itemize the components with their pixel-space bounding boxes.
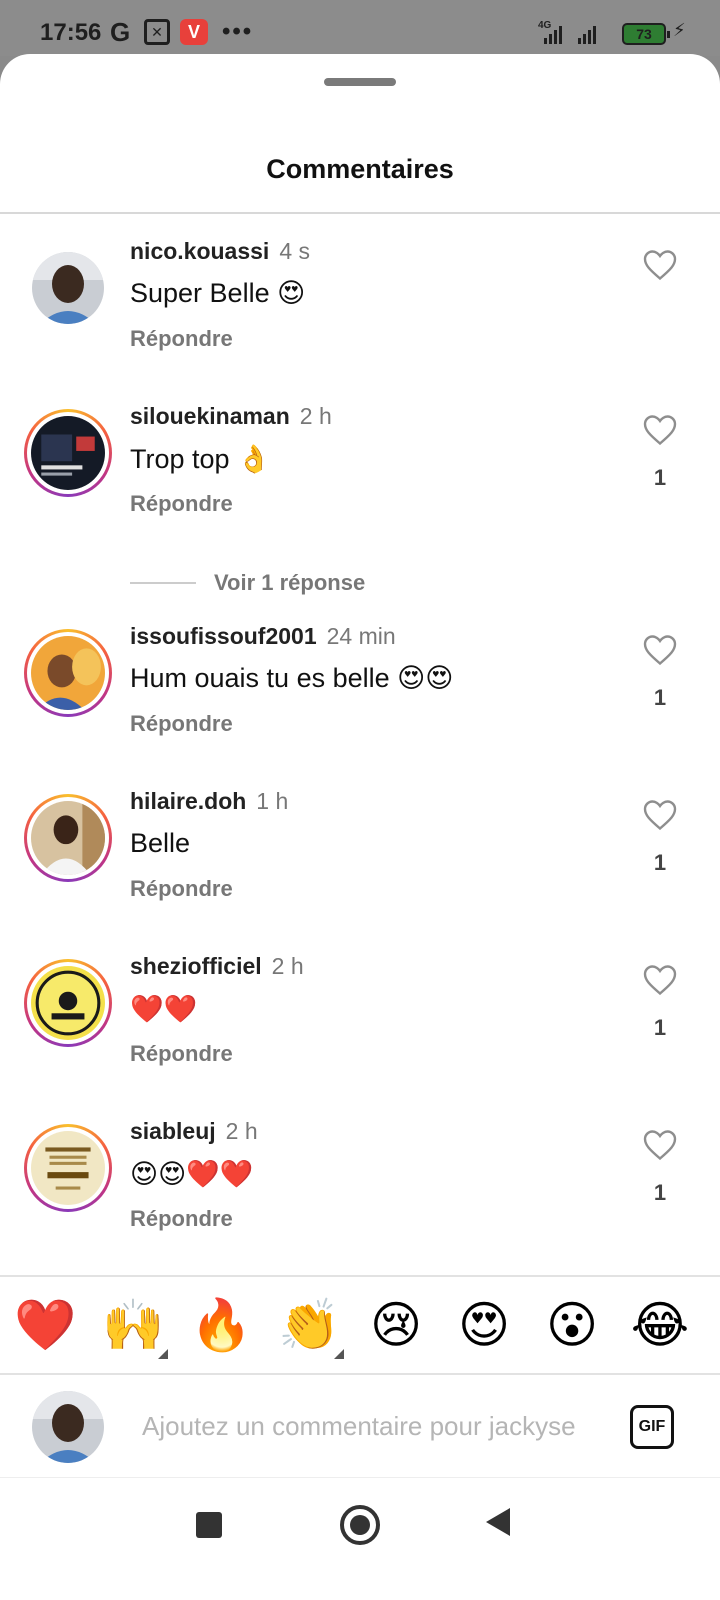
comment-composer: GIF: [0, 1377, 720, 1475]
like-count: 1: [653, 1015, 667, 1040]
reaction-heart-eyes[interactable]: 😍: [454, 1295, 514, 1355]
app-notification-icon: ✕: [144, 19, 170, 45]
reaction-raised-hands[interactable]: 🙌: [102, 1295, 168, 1359]
like-heart-icon[interactable]: [642, 963, 678, 997]
like-heart-icon[interactable]: [642, 413, 678, 447]
comment-time: 2 h: [271, 953, 304, 979]
reply-button[interactable]: Répondre: [130, 326, 233, 352]
vivaldi-icon: V: [180, 19, 208, 45]
status-time: 17:56: [40, 19, 102, 46]
like-heart-icon[interactable]: [642, 633, 678, 667]
story-ring[interactable]: [24, 409, 112, 497]
my-avatar: [32, 1391, 104, 1463]
back-icon[interactable]: [486, 1508, 510, 1536]
comment-username[interactable]: sheziofficiel 2 h: [130, 953, 304, 980]
signal-icon-2: [578, 24, 596, 44]
story-ring[interactable]: [24, 959, 112, 1047]
reply-button[interactable]: Répondre: [130, 1041, 233, 1067]
sheet-title: Commentaires: [266, 154, 454, 184]
story-ring[interactable]: [24, 629, 112, 717]
comment-item: hilaire.doh 1 h Belle Répondre 1: [0, 788, 720, 928]
comment-item: nico.kouassi 4 s Super Belle 😍 Répondre: [0, 238, 720, 378]
comment-text: Belle: [130, 828, 191, 858]
divider: [0, 212, 720, 214]
charging-icon: ⚡: [673, 20, 686, 40]
comment-item: siableuj 2 h 😍😍❤️❤️ Répondre 1: [0, 1118, 720, 1258]
avatar[interactable]: [32, 252, 104, 324]
battery-level: 73: [636, 26, 652, 42]
recent-apps-icon[interactable]: [196, 1512, 222, 1538]
comment-input[interactable]: [142, 1405, 612, 1447]
like-count: 1: [653, 685, 667, 710]
comment-text: Trop top 👌: [130, 444, 271, 474]
like-heart-icon[interactable]: [642, 798, 678, 832]
comment-time: 24 min: [326, 623, 396, 649]
reaction-fire[interactable]: 🔥: [190, 1295, 252, 1355]
comment-username[interactable]: nico.kouassi 4 s: [130, 238, 310, 265]
comment-text: Hum ouais tu es belle 😍😍: [130, 663, 454, 693]
like-heart-icon[interactable]: [642, 248, 678, 282]
quick-reactions-bar: ❤️ 🙌 🔥 👏 😢 😍 😮 😂: [0, 1275, 720, 1375]
system-nav-bar: [0, 1477, 720, 1600]
comment-time: 1 h: [256, 788, 289, 814]
comment-item: sheziofficiel 2 h ❤️❤️ Répondre 1: [0, 953, 720, 1093]
comment-item: silouekinaman 2 h Trop top 👌 Répondre 1: [0, 403, 720, 543]
comment-time: 2 h: [299, 403, 332, 429]
reaction-surprised[interactable]: 😮: [542, 1295, 602, 1355]
reply-button[interactable]: Répondre: [130, 1206, 233, 1232]
comment-username[interactable]: issoufissouf2001 24 min: [130, 623, 396, 650]
signal-icon: [544, 24, 562, 44]
avatar: [31, 636, 105, 710]
home-icon[interactable]: [340, 1505, 380, 1545]
comment-time: 2 h: [225, 1118, 258, 1144]
drag-handle[interactable]: [324, 78, 396, 86]
battery-icon: 73: [622, 23, 670, 45]
reaction-crying[interactable]: 😢: [366, 1295, 426, 1355]
comment-username[interactable]: hilaire.doh 1 h: [130, 788, 288, 815]
like-count: 1: [653, 465, 667, 490]
reaction-laughing[interactable]: 😂: [630, 1295, 690, 1355]
avatar: [31, 1131, 105, 1205]
view-replies-label: Voir 1 réponse: [214, 570, 366, 595]
story-ring[interactable]: [24, 1124, 112, 1212]
like-heart-icon[interactable]: [642, 1128, 678, 1162]
like-count: 1: [653, 1180, 667, 1205]
reply-button[interactable]: Répondre: [130, 711, 233, 737]
reply-button[interactable]: Répondre: [130, 491, 233, 517]
story-ring[interactable]: [24, 794, 112, 882]
gif-button[interactable]: GIF: [630, 1405, 674, 1449]
comment-time: 4 s: [279, 238, 311, 264]
comment-username[interactable]: siableuj 2 h: [130, 1118, 258, 1145]
reply-button[interactable]: Répondre: [130, 876, 233, 902]
reaction-heart[interactable]: ❤️: [14, 1295, 76, 1355]
comment-text: ❤️❤️: [130, 994, 198, 1024]
comment-text: 😍😍❤️❤️: [130, 1159, 254, 1189]
avatar: [31, 966, 105, 1040]
comment-text: Super Belle 😍: [130, 278, 306, 308]
comment-item: issoufissouf2001 24 min Hum ouais tu es b…: [0, 623, 720, 763]
reaction-clap[interactable]: 👏: [278, 1295, 344, 1359]
status-bar: 17:56 G ✕ V ••• 4G 73 ⚡: [0, 0, 720, 56]
comment-username[interactable]: silouekinaman 2 h: [130, 403, 332, 430]
avatar: [31, 801, 105, 875]
divider: [130, 582, 196, 584]
avatar: [31, 416, 105, 490]
view-replies-button[interactable]: Voir 1 réponse: [130, 570, 365, 596]
google-icon: G: [110, 16, 131, 47]
like-count: 1: [653, 850, 667, 875]
more-notifications-icon: •••: [222, 18, 254, 45]
